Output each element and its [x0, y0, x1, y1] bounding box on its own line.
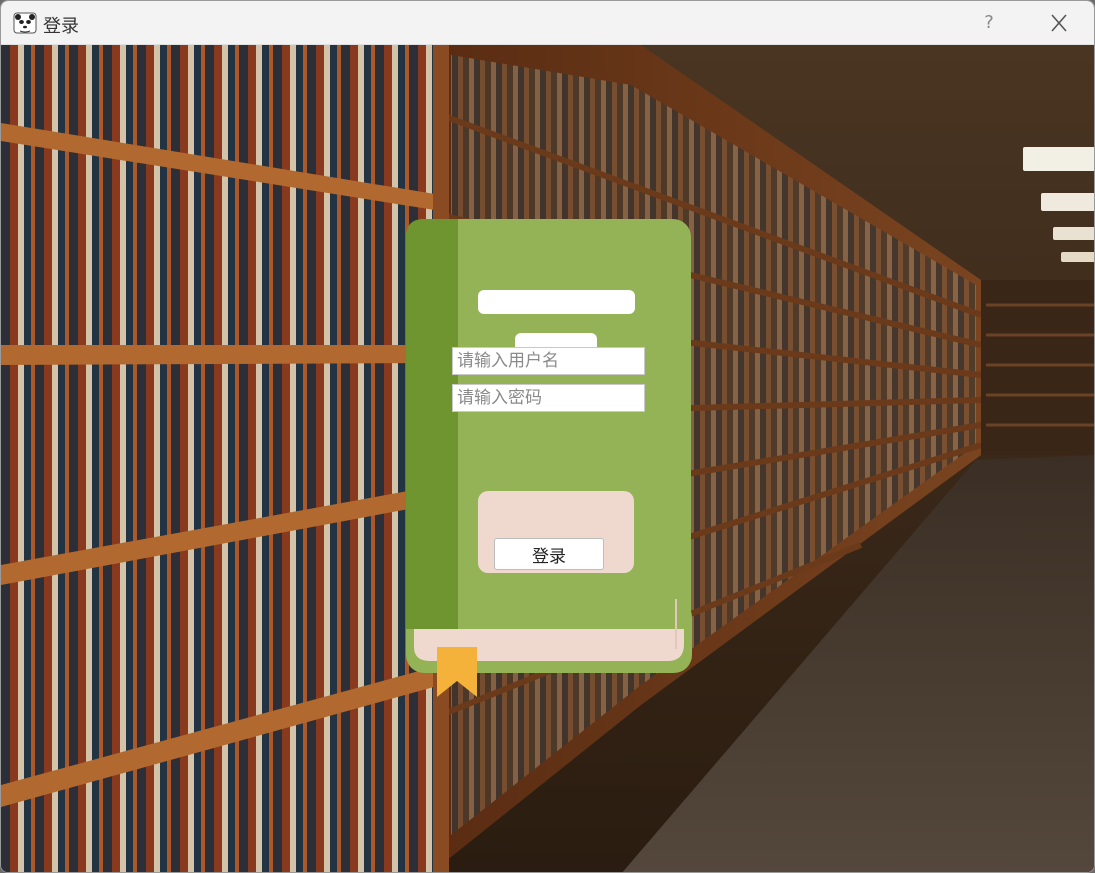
username-input[interactable] — [452, 347, 645, 375]
panda-avatar-icon — [13, 12, 37, 34]
question-mark-icon: ? — [984, 12, 994, 33]
login-button[interactable]: 登录 — [494, 538, 604, 570]
close-button[interactable] — [1041, 7, 1077, 39]
bookmark-icon — [437, 647, 477, 697]
password-input[interactable] — [452, 384, 645, 412]
help-button[interactable]: ? — [971, 7, 1007, 39]
login-book-card: 登录 — [406, 219, 692, 697]
login-window: 登录 ? 请输入用户名 登录 — [0, 0, 1095, 873]
close-icon — [1051, 14, 1067, 32]
title-bar-placeholder — [478, 290, 635, 314]
window-title: 登录 — [43, 16, 79, 37]
title-bar[interactable]: 登录 ? — [1, 1, 1094, 45]
